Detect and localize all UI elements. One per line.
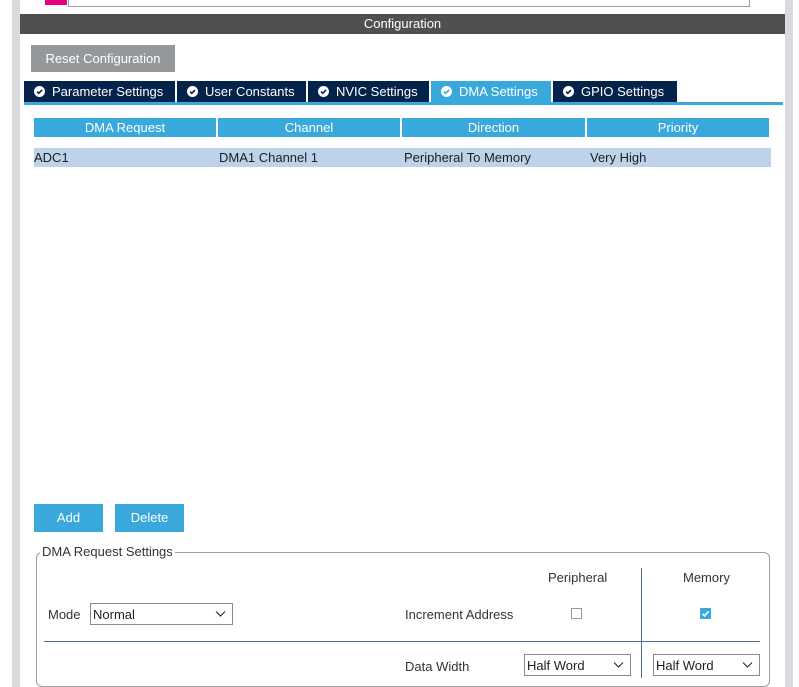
check-circle-icon: [187, 86, 198, 97]
settings-tabs: Parameter Settings User Constants NVIC S…: [24, 81, 679, 102]
check-circle-icon: [318, 86, 329, 97]
left-frame-border: [12, 0, 20, 687]
configuration-header: Configuration: [20, 14, 785, 34]
add-button[interactable]: Add: [34, 504, 103, 532]
mode-select[interactable]: Normal: [90, 603, 233, 625]
chevron-down-icon: [613, 662, 624, 668]
tab-underline: [24, 102, 783, 105]
peripheral-data-width-value: Half Word: [527, 658, 585, 673]
memory-column-label: Memory: [683, 570, 730, 585]
tab-parameter-settings[interactable]: Parameter Settings: [24, 81, 175, 102]
column-header-channel[interactable]: Channel: [218, 118, 400, 137]
check-circle-icon: [441, 86, 452, 97]
tab-nvic-settings[interactable]: NVIC Settings: [308, 81, 429, 102]
peripheral-column-label: Peripheral: [548, 570, 608, 585]
table-row[interactable]: ADC1 DMA1 Channel 1 Peripheral To Memory…: [34, 148, 771, 167]
table-cell-direction: Peripheral To Memory: [404, 150, 531, 165]
tab-label: NVIC Settings: [336, 84, 418, 99]
tab-label: User Constants: [205, 84, 295, 99]
column-divider: [641, 568, 642, 678]
chevron-down-icon: [742, 662, 753, 668]
table-cell-dma-request: ADC1: [34, 150, 69, 165]
chevron-down-icon: [215, 611, 226, 617]
mode-label: Mode: [48, 607, 81, 622]
peripheral-data-width-select[interactable]: Half Word: [524, 654, 631, 676]
increment-address-label: Increment Address: [405, 607, 514, 622]
tab-dma-settings[interactable]: DMA Settings: [431, 81, 551, 102]
column-header-dma-request[interactable]: DMA Request: [34, 118, 216, 137]
check-circle-icon: [563, 86, 574, 97]
brand-logo: [45, 0, 67, 5]
memory-data-width-value: Half Word: [656, 658, 714, 673]
memory-data-width-select[interactable]: Half Word: [653, 654, 760, 676]
right-frame-border: [785, 0, 793, 687]
column-header-direction[interactable]: Direction: [402, 118, 585, 137]
tab-gpio-settings[interactable]: GPIO Settings: [553, 81, 677, 102]
data-width-label: Data Width: [405, 659, 470, 674]
dma-request-settings-legend: DMA Request Settings: [40, 544, 175, 559]
peripheral-increment-checkbox[interactable]: [571, 608, 582, 619]
tab-label: GPIO Settings: [581, 84, 665, 99]
table-cell-priority: Very High: [590, 150, 647, 165]
tab-label: Parameter Settings: [52, 84, 164, 99]
mode-value: Normal: [93, 607, 135, 622]
reset-configuration-button[interactable]: Reset Configuration: [31, 45, 175, 72]
dma-table-header: DMA Request Channel Direction Priority: [34, 118, 771, 137]
delete-button[interactable]: Delete: [115, 504, 184, 532]
row-divider: [44, 641, 760, 642]
memory-increment-checkbox[interactable]: [700, 608, 711, 619]
check-circle-icon: [34, 86, 45, 97]
top-text-field[interactable]: [68, 0, 750, 7]
tab-user-constants[interactable]: User Constants: [177, 81, 306, 102]
checkmark-icon: [701, 610, 710, 617]
tab-label: DMA Settings: [459, 84, 538, 99]
table-cell-channel: DMA1 Channel 1: [219, 150, 318, 165]
column-header-priority[interactable]: Priority: [587, 118, 769, 137]
